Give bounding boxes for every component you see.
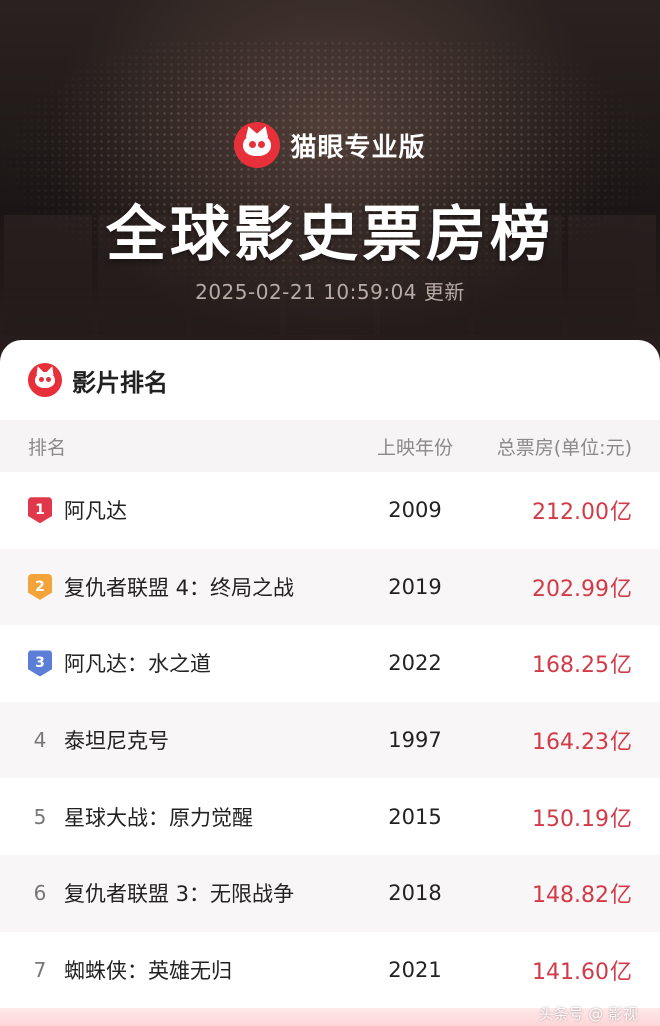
column-box-office[interactable]: 总票房(单位:元) xyxy=(470,433,660,460)
table-row[interactable]: 2 复仇者联盟 4：终局之战 2019 202.99亿 xyxy=(0,548,660,626)
table-row[interactable]: 7 蜘蛛侠：英雄无归 2021 141.60亿 xyxy=(0,932,660,1009)
release-year: 2015 xyxy=(388,804,442,829)
table-row[interactable]: 4 泰坦尼克号 1997 164.23亿 xyxy=(0,701,660,779)
watermark: 头条号 @ 影视 xyxy=(538,1005,638,1023)
release-year: 2009 xyxy=(388,498,442,523)
release-year: 2022 xyxy=(388,651,442,676)
rank-number: 5 xyxy=(33,804,47,829)
table-row[interactable]: 1 阿凡达 2009 212.00亿 xyxy=(0,472,660,549)
box-office-value: 141.60亿 xyxy=(532,959,632,985)
box-office-value: 168.25亿 xyxy=(532,653,632,679)
update-timestamp: 2025-02-21 10:59:04 更新 xyxy=(195,280,465,304)
release-year: 1997 xyxy=(388,728,442,753)
maoyan-logo-icon xyxy=(28,363,62,397)
brand: 猫眼专业版 xyxy=(0,122,660,168)
movie-title: 阿凡达 xyxy=(64,499,127,524)
box-office-value: 164.23亿 xyxy=(532,730,632,756)
ranking-card: 影片排名 排名 上映年份 总票房(单位:元) 1 阿凡达 2009 212.00亿 2 复… xyxy=(0,340,660,1026)
box-office-value: 148.82亿 xyxy=(532,883,632,909)
box-office-value: 202.99亿 xyxy=(532,576,632,602)
column-rank[interactable]: 排名 xyxy=(0,433,330,460)
rank-badge-icon: 1 xyxy=(28,497,52,524)
movie-title: 复仇者联盟 3：无限战争 xyxy=(64,882,295,907)
rank-badge-icon: 2 xyxy=(28,573,52,600)
maoyan-logo-icon xyxy=(234,122,281,168)
rank-number: 4 xyxy=(33,728,47,753)
rank-badge-icon: 3 xyxy=(28,650,52,677)
table-row[interactable]: 3 阿凡达：水之道 2022 168.25亿 xyxy=(0,625,660,702)
movie-cell: 5 星球大战：原力觉醒 xyxy=(0,802,330,832)
table-header: 排名 上映年份 总票房(单位:元) xyxy=(0,420,660,472)
brand-name: 猫眼专业版 xyxy=(290,132,426,163)
movie-cell: 3 阿凡达：水之道 xyxy=(0,648,330,678)
release-year: 2021 xyxy=(388,957,442,982)
rank-number: 6 xyxy=(33,881,47,906)
card-header: 影片排名 xyxy=(0,340,660,420)
movie-title: 复仇者联盟 4：终局之战 xyxy=(64,575,295,600)
movie-cell: 4 泰坦尼克号 xyxy=(0,725,330,755)
table-row[interactable]: 5 星球大战：原力觉醒 2015 150.19亿 xyxy=(0,778,660,855)
box-office-value: 212.00亿 xyxy=(532,500,632,526)
movie-title: 蜘蛛侠：英雄无归 xyxy=(64,958,232,983)
movie-cell: 2 复仇者联盟 4：终局之战 xyxy=(0,572,330,602)
rank-number: 7 xyxy=(33,957,47,982)
movie-cell: 7 蜘蛛侠：英雄无归 xyxy=(0,955,330,985)
card-title: 影片排名 xyxy=(72,368,168,397)
movie-cell: 6 复仇者联盟 3：无限战争 xyxy=(0,878,330,908)
movie-title: 阿凡达：水之道 xyxy=(64,652,211,677)
movie-cell: 1 阿凡达 xyxy=(0,495,330,525)
table-row[interactable]: 6 复仇者联盟 3：无限战争 2018 148.82亿 xyxy=(0,854,660,932)
release-year: 2018 xyxy=(388,881,442,906)
ranking-list: 1 阿凡达 2009 212.00亿 2 复仇者联盟 4：终局之战 2019 202.99亿 3… xyxy=(0,472,660,1008)
header-banner: 猫眼专业版 全球影史票房榜 2025-02-21 10:59:04 更新 xyxy=(0,0,660,380)
box-office-value: 150.19亿 xyxy=(532,806,632,832)
movie-title: 星球大战：原力觉醒 xyxy=(64,805,253,830)
column-year[interactable]: 上映年份 xyxy=(330,433,470,460)
release-year: 2019 xyxy=(388,574,442,599)
movie-title: 泰坦尼克号 xyxy=(64,729,169,754)
page-title: 全球影史票房榜 xyxy=(106,200,554,270)
